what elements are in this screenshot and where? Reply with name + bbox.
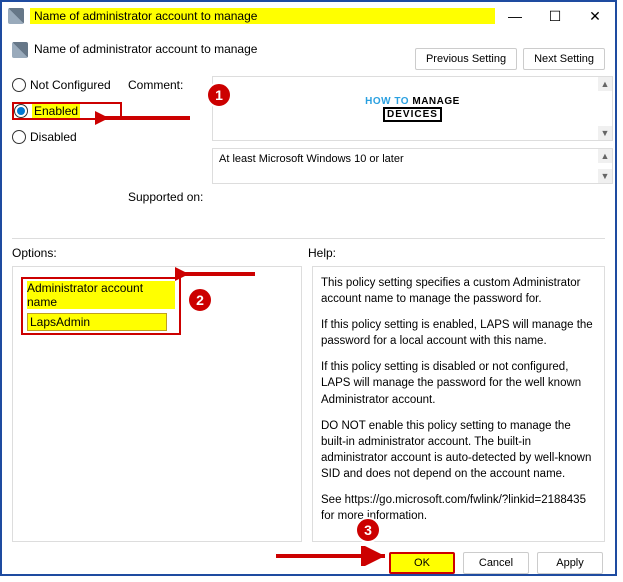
scroll-down-icon[interactable]: ▼ — [598, 126, 612, 140]
previous-setting-button[interactable]: Previous Setting — [415, 48, 517, 70]
help-text: If this policy setting is enabled, LAPS … — [321, 317, 594, 349]
policy-icon — [8, 8, 24, 24]
radio-label-enabled: Enabled — [32, 104, 80, 118]
supported-on-box: At least Microsoft Windows 10 or later ▲… — [212, 148, 613, 184]
ok-button[interactable]: OK — [389, 552, 455, 574]
window-title: Name of administrator account to manage — [30, 8, 495, 24]
scroll-up-icon[interactable]: ▲ — [598, 149, 612, 163]
help-text: DO NOT enable this policy setting to man… — [321, 418, 594, 482]
next-setting-button[interactable]: Next Setting — [523, 48, 605, 70]
scroll-up-icon[interactable]: ▲ — [598, 77, 612, 91]
policy-title: Name of administrator account to manage — [34, 40, 415, 56]
scroll-down-icon[interactable]: ▼ — [598, 169, 612, 183]
admin-account-name-label: Administrator account name — [27, 281, 175, 309]
radio-icon — [12, 78, 26, 92]
radio-icon — [12, 130, 26, 144]
supported-on-value: At least Microsoft Windows 10 or later — [219, 153, 404, 165]
policy-header-icon — [12, 42, 28, 58]
cancel-button[interactable]: Cancel — [463, 552, 529, 574]
help-label: Help: — [308, 246, 336, 260]
apply-button[interactable]: Apply — [537, 552, 603, 574]
radio-enabled[interactable]: Enabled — [14, 104, 80, 118]
admin-account-name-input[interactable] — [27, 313, 167, 331]
option-group: Administrator account name — [21, 277, 181, 335]
comment-label: Comment: — [128, 78, 203, 92]
help-pane: This policy setting specifies a custom A… — [312, 266, 605, 542]
radio-disabled[interactable]: Disabled — [12, 130, 122, 144]
brand-watermark: HOW TO MANAGE DEVICES — [365, 96, 460, 122]
help-text: This policy setting specifies a custom A… — [321, 275, 594, 307]
minimize-button[interactable]: — — [495, 2, 535, 30]
supported-on-label: Supported on: — [128, 190, 203, 204]
options-pane: Administrator account name — [12, 266, 302, 542]
titlebar: Name of administrator account to manage … — [2, 2, 615, 30]
help-text: See https://go.microsoft.com/fwlink/?lin… — [321, 492, 594, 524]
radio-label-not-configured: Not Configured — [30, 78, 111, 92]
radio-icon-selected — [14, 104, 28, 118]
help-text: If this policy setting is disabled or no… — [321, 359, 594, 407]
radio-label-disabled: Disabled — [30, 130, 77, 144]
options-label: Options: — [12, 246, 308, 260]
maximize-button[interactable]: ☐ — [535, 2, 575, 30]
comment-textarea[interactable]: HOW TO MANAGE DEVICES ▲ ▼ — [212, 76, 613, 141]
close-button[interactable]: ✕ — [575, 2, 615, 30]
radio-not-configured[interactable]: Not Configured — [12, 78, 122, 92]
